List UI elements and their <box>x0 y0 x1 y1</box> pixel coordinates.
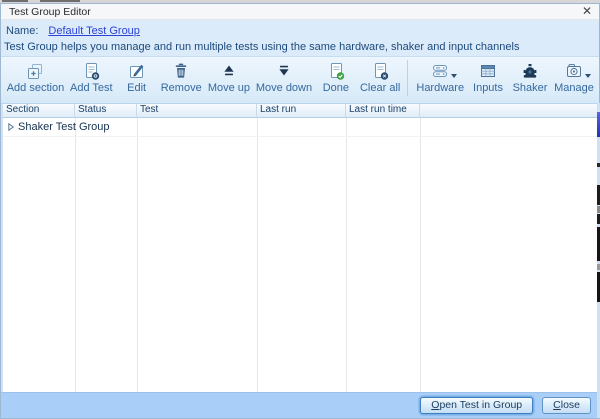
toolbar-label: Manage <box>554 82 594 94</box>
info-panel: Name: Default Test Group Test Group help… <box>1 20 599 56</box>
shaker-button[interactable]: Shaker <box>509 59 551 95</box>
toolbar-label: Move up <box>208 82 250 94</box>
grid-line <box>420 118 421 392</box>
dialog-title: Test Group Editor <box>1 6 91 18</box>
dialog-titlebar[interactable]: Test Group Editor ✕ <box>1 4 599 20</box>
grid-line <box>75 118 76 392</box>
manage-icon <box>564 61 584 81</box>
open-test-in-group-button[interactable]: Open Test in Group <box>420 397 533 414</box>
column-header-section[interactable]: Section <box>3 104 75 117</box>
clear-all-icon <box>370 61 390 81</box>
move-up-icon <box>219 61 239 81</box>
shaker-icon <box>520 61 540 81</box>
grid-line <box>137 118 138 392</box>
column-header-empty <box>420 104 597 117</box>
manage-button[interactable]: Manage <box>551 59 597 95</box>
move-down-icon <box>274 61 294 81</box>
column-header-last-run[interactable]: Last run <box>257 104 346 117</box>
column-header-test[interactable]: Test <box>137 104 257 117</box>
toolbar: Add section Add Test Edit <box>1 56 599 104</box>
add-test-icon <box>81 61 101 81</box>
column-header-last-run-time[interactable]: Last run time <box>346 104 420 117</box>
column-header-status[interactable]: Status <box>75 104 137 117</box>
background-artifact <box>40 0 80 2</box>
table-body[interactable]: Shaker Test Group <box>3 118 597 392</box>
table-header: Section Status Test Last run Last run ti… <box>3 104 597 118</box>
close-icon[interactable]: ✕ <box>582 5 592 18</box>
inputs-icon <box>478 61 498 81</box>
test-group-editor-dialog: Test Group Editor ✕ Name: Default Test G… <box>0 3 600 419</box>
hardware-button[interactable]: Hardware <box>413 59 467 95</box>
toolbar-separator <box>407 60 408 96</box>
test-group-table: Section Status Test Last run Last run ti… <box>3 104 597 392</box>
edit-icon <box>127 61 147 81</box>
table-row[interactable]: Shaker Test Group <box>3 118 597 137</box>
toolbar-label: Move down <box>256 82 312 94</box>
toolbar-label: Inputs <box>473 82 503 94</box>
move-down-button[interactable]: Move down <box>253 59 315 95</box>
manage-dropdown-caret[interactable] <box>585 74 591 78</box>
edit-button[interactable]: Edit <box>116 59 158 95</box>
add-section-icon <box>25 61 45 81</box>
done-button[interactable]: Done <box>315 59 357 95</box>
toolbar-label: Hardware <box>416 82 464 94</box>
expander-icon[interactable] <box>7 123 15 131</box>
toolbar-label: Add section <box>7 82 64 94</box>
toolbar-label: Clear all <box>360 82 400 94</box>
name-label: Name: <box>6 25 38 37</box>
row-section-label: Shaker Test Group <box>18 121 110 133</box>
add-test-button[interactable]: Add Test <box>67 59 116 95</box>
screen: Test Group Editor ✕ Name: Default Test G… <box>0 0 600 418</box>
hardware-dropdown-caret[interactable] <box>451 74 457 78</box>
grid-line <box>346 118 347 392</box>
test-group-name-link[interactable]: Default Test Group <box>48 25 140 37</box>
toolbar-label: Done <box>323 82 349 94</box>
remove-icon <box>171 61 191 81</box>
toolbar-label: Remove <box>161 82 202 94</box>
remove-button[interactable]: Remove <box>158 59 205 95</box>
toolbar-label: Edit <box>127 82 146 94</box>
close-button[interactable]: Close <box>542 397 591 414</box>
hardware-icon <box>430 61 450 81</box>
footer-bar: Open Test in Group Close <box>1 392 599 418</box>
toolbar-label: Add Test <box>70 82 113 94</box>
background-artifact <box>2 0 28 2</box>
name-row: Name: Default Test Group <box>1 23 599 38</box>
description-text: Test Group helps you manage and run mult… <box>1 38 599 54</box>
grid-line <box>257 118 258 392</box>
done-icon <box>326 61 346 81</box>
add-section-button[interactable]: Add section <box>4 59 67 95</box>
toolbar-label: Shaker <box>513 82 548 94</box>
inputs-button[interactable]: Inputs <box>467 59 509 95</box>
move-up-button[interactable]: Move up <box>205 59 253 95</box>
clear-all-button[interactable]: Clear all <box>357 59 404 95</box>
